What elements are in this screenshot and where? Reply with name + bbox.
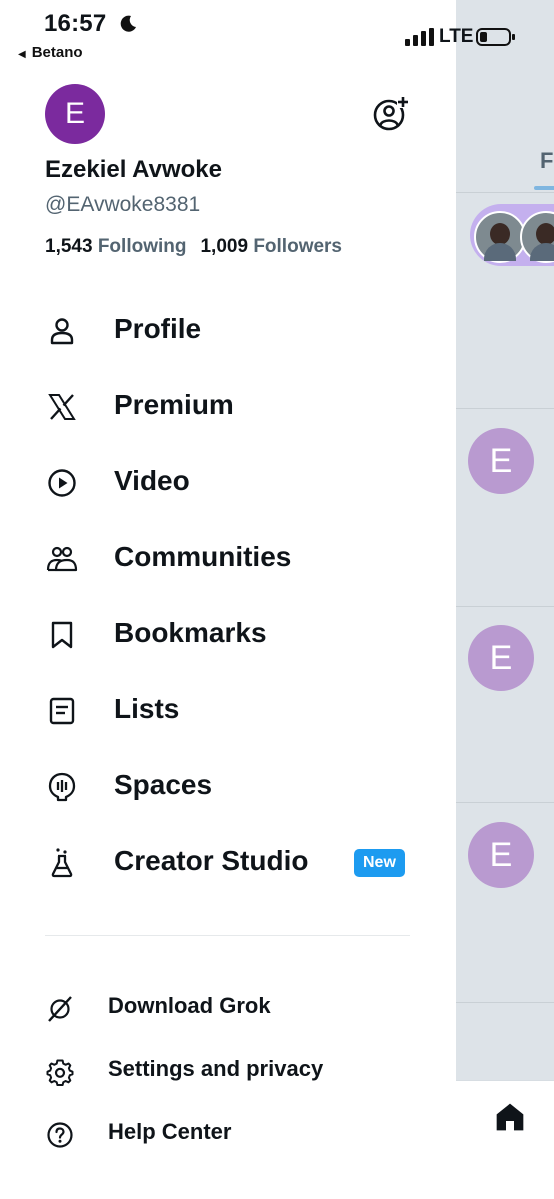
following-label: Following bbox=[97, 236, 187, 257]
menu-divider bbox=[45, 935, 410, 936]
back-triangle-icon: ◀ bbox=[18, 49, 26, 60]
profile-name[interactable]: Ezekiel Avwoke bbox=[45, 156, 222, 184]
menu-item-profile[interactable]: Profile bbox=[0, 300, 456, 360]
menu-item-creator-studio[interactable]: Creator Studio New bbox=[0, 832, 456, 892]
x-logo-icon bbox=[48, 394, 76, 420]
battery-icon bbox=[476, 28, 515, 46]
menu-item-label: Spaces bbox=[114, 769, 213, 800]
menu-item-label: Creator Studio bbox=[114, 845, 309, 876]
menu-item-download-grok[interactable]: Download Grok bbox=[0, 985, 456, 1035]
following-link[interactable]: 1,543 Following bbox=[45, 236, 186, 257]
menu-item-label: Help Center bbox=[108, 1119, 232, 1144]
moon-icon bbox=[120, 15, 136, 32]
tab-following-fragment: Fo bbox=[540, 148, 554, 173]
menu-item-label: Video bbox=[114, 465, 190, 496]
play-circle-icon bbox=[48, 469, 76, 497]
menu-item-bookmarks[interactable]: Bookmarks bbox=[0, 604, 456, 664]
post-divider bbox=[456, 606, 554, 607]
menu-item-label: Download Grok bbox=[108, 993, 271, 1018]
menu-item-label: Bookmarks bbox=[114, 617, 267, 648]
followers-count: 1,009 bbox=[200, 236, 249, 257]
menu-item-premium[interactable]: Premium bbox=[0, 376, 456, 436]
background-timeline[interactable]: Fo E E E bbox=[456, 0, 554, 1199]
tab-indicator bbox=[534, 186, 554, 190]
spaces-icon bbox=[48, 772, 76, 802]
post-divider bbox=[456, 1002, 554, 1003]
menu-item-settings[interactable]: Settings and privacy bbox=[0, 1048, 456, 1098]
post-avatar[interactable]: E bbox=[468, 428, 534, 494]
follow-stats: 1,543 Following 1,009 Followers bbox=[45, 236, 342, 258]
help-icon bbox=[47, 1122, 73, 1148]
post-avatar[interactable]: E bbox=[468, 625, 534, 691]
add-account-icon[interactable] bbox=[372, 94, 410, 132]
list-icon bbox=[49, 697, 75, 725]
stories-pill[interactable] bbox=[470, 204, 554, 266]
home-icon[interactable] bbox=[494, 1101, 526, 1133]
communities-icon bbox=[46, 546, 78, 572]
story-avatar bbox=[520, 211, 554, 263]
following-count: 1,543 bbox=[45, 236, 93, 257]
bottom-navigation bbox=[456, 1080, 554, 1199]
menu-item-help-center[interactable]: Help Center bbox=[0, 1111, 456, 1161]
menu-item-label: Premium bbox=[114, 389, 234, 420]
post-divider bbox=[456, 408, 554, 409]
side-drawer: E Ezekiel Avwoke @EAvwoke8381 1,543 Foll… bbox=[0, 0, 456, 1199]
bookmark-icon bbox=[51, 621, 73, 649]
grok-icon bbox=[48, 996, 72, 1022]
status-bar: 16:57 ◀ Betano LTE bbox=[0, 0, 554, 70]
menu-item-communities[interactable]: Communities bbox=[0, 528, 456, 588]
signal-icon bbox=[405, 28, 434, 46]
menu-item-video[interactable]: Video bbox=[0, 452, 456, 512]
menu-item-label: Lists bbox=[114, 693, 180, 724]
status-time: 16:57 bbox=[44, 10, 107, 37]
header-divider bbox=[456, 192, 554, 193]
followers-label: Followers bbox=[253, 236, 342, 257]
profile-handle: @EAvwoke8381 bbox=[45, 193, 201, 216]
back-to-app-link[interactable]: ◀ Betano bbox=[18, 44, 83, 61]
menu-item-lists[interactable]: Lists bbox=[0, 680, 456, 740]
flask-icon bbox=[51, 848, 73, 878]
network-type: LTE bbox=[439, 26, 474, 47]
menu-item-spaces[interactable]: Spaces bbox=[0, 756, 456, 816]
new-badge: New bbox=[354, 849, 405, 877]
post-divider bbox=[456, 802, 554, 803]
menu-item-label: Settings and privacy bbox=[108, 1056, 324, 1081]
avatar[interactable]: E bbox=[45, 84, 105, 144]
menu-item-label: Communities bbox=[114, 541, 292, 572]
followers-link[interactable]: 1,009 Followers bbox=[200, 236, 342, 257]
back-app-label: Betano bbox=[31, 44, 83, 61]
person-icon bbox=[50, 318, 74, 345]
post-avatar[interactable]: E bbox=[468, 822, 534, 888]
menu-item-label: Profile bbox=[114, 313, 202, 344]
story-avatar bbox=[474, 211, 526, 263]
gear-icon bbox=[46, 1059, 74, 1086]
